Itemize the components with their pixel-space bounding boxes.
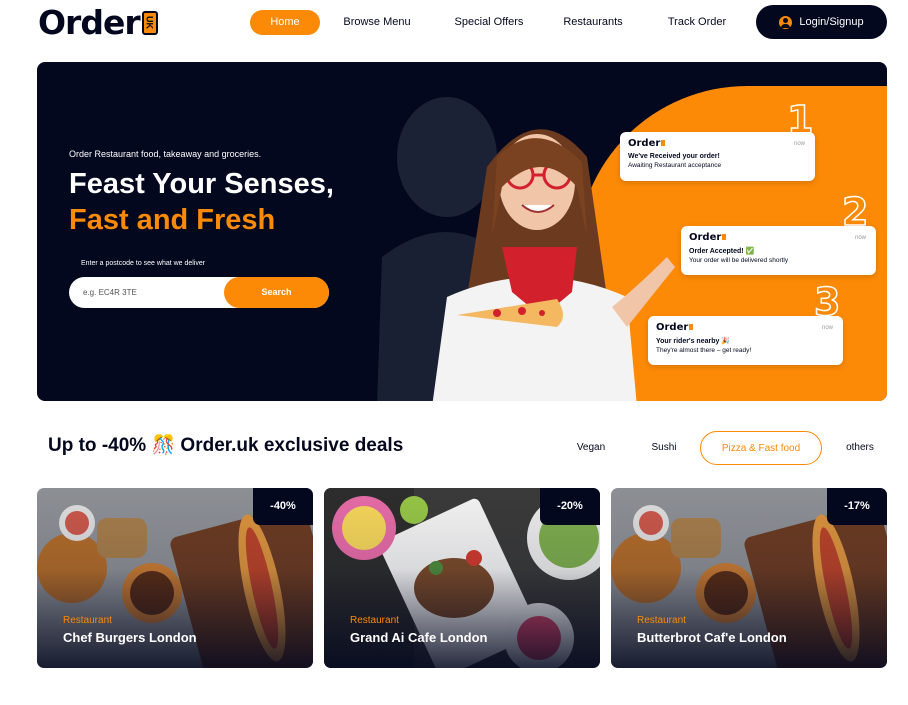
deals-title-suffix: Order.uk exclusive deals <box>180 435 404 456</box>
notification-title: Your rider's nearby 🎉 <box>656 338 731 345</box>
deals-title-prefix: Up to -40% <box>48 435 147 456</box>
hero-title-line1: Feast Your Senses, <box>69 168 334 200</box>
notification-text: They're almost there – get ready! <box>656 347 752 354</box>
logo-badge: UK <box>141 10 158 35</box>
nav-home[interactable]: Home <box>250 10 320 35</box>
login-signup-label: Login/Signup <box>799 16 864 28</box>
filter-sushi[interactable]: Sushi <box>640 431 688 465</box>
notification-card-1: Order now We've Received your order! Awa… <box>620 132 815 181</box>
logo-text: Order <box>38 3 141 42</box>
card-category: Restaurant <box>350 615 399 626</box>
notification-time: now <box>793 141 805 147</box>
discount-badge: -17% <box>827 488 887 525</box>
filter-vegan[interactable]: Vegan <box>565 431 617 465</box>
card-category: Restaurant <box>637 615 686 626</box>
logo[interactable]: Order UK <box>38 3 158 42</box>
hero-banner: Order Restaurant food, takeaway and groc… <box>37 62 887 401</box>
nav-special-offers[interactable]: Special Offers <box>444 10 534 35</box>
discount-badge: -40% <box>253 488 313 525</box>
nav-browse-menu[interactable]: Browse Menu <box>333 10 421 35</box>
notification-logo: Order <box>689 232 868 243</box>
hero-subtitle: Order Restaurant food, takeaway and groc… <box>69 149 262 159</box>
card-category: Restaurant <box>63 615 112 626</box>
postcode-hint: Enter a postcode to see what we deliver <box>81 260 206 267</box>
nav-track-order[interactable]: Track Order <box>657 10 737 35</box>
postcode-search-form: Search <box>69 277 329 308</box>
notification-logo: Order <box>628 138 807 149</box>
nav-restaurants[interactable]: Restaurants <box>553 10 633 35</box>
login-signup-button[interactable]: Login/Signup <box>756 5 887 39</box>
top-nav: Order UK Home Browse Menu Special Offers… <box>0 0 908 46</box>
celebration-icon: 🎊 <box>151 435 176 456</box>
notification-card-3: Order now Your rider's nearby 🎉 They're … <box>648 316 843 365</box>
filter-others[interactable]: others <box>838 431 882 465</box>
restaurant-name: Grand Ai Cafe London <box>350 630 488 645</box>
restaurant-name: Butterbrot Caf'e London <box>637 630 787 645</box>
restaurant-name: Chef Burgers London <box>63 630 197 645</box>
deal-card[interactable]: -17% Restaurant Butterbrot Caf'e London <box>611 488 887 668</box>
notification-title: We've Received your order! <box>628 153 720 160</box>
notification-text: Your order will be delivered shortly <box>689 257 789 264</box>
notification-title: Order Accepted! ✅ <box>689 248 755 255</box>
deals-heading: Up to -40% 🎊 Order.uk exclusive deals <box>48 433 403 457</box>
deal-card[interactable]: -20% Restaurant Grand Ai Cafe London <box>324 488 600 668</box>
hero-title-line2: Fast and Fresh <box>69 204 276 236</box>
user-icon <box>779 15 793 29</box>
discount-badge: -20% <box>540 488 600 525</box>
notification-logo: Order <box>656 322 835 333</box>
search-button[interactable]: Search <box>224 277 329 308</box>
postcode-input[interactable] <box>83 277 213 308</box>
notification-text: Awaiting Restaurant acceptance <box>628 162 722 169</box>
notification-time: now <box>821 325 833 331</box>
notification-card-2: Order now Order Accepted! ✅ Your order w… <box>681 226 876 275</box>
notification-time: now <box>854 235 866 241</box>
filter-pizza-fast-food[interactable]: Pizza & Fast food <box>700 431 822 465</box>
deal-card[interactable]: -40% Restaurant Chef Burgers London <box>37 488 313 668</box>
